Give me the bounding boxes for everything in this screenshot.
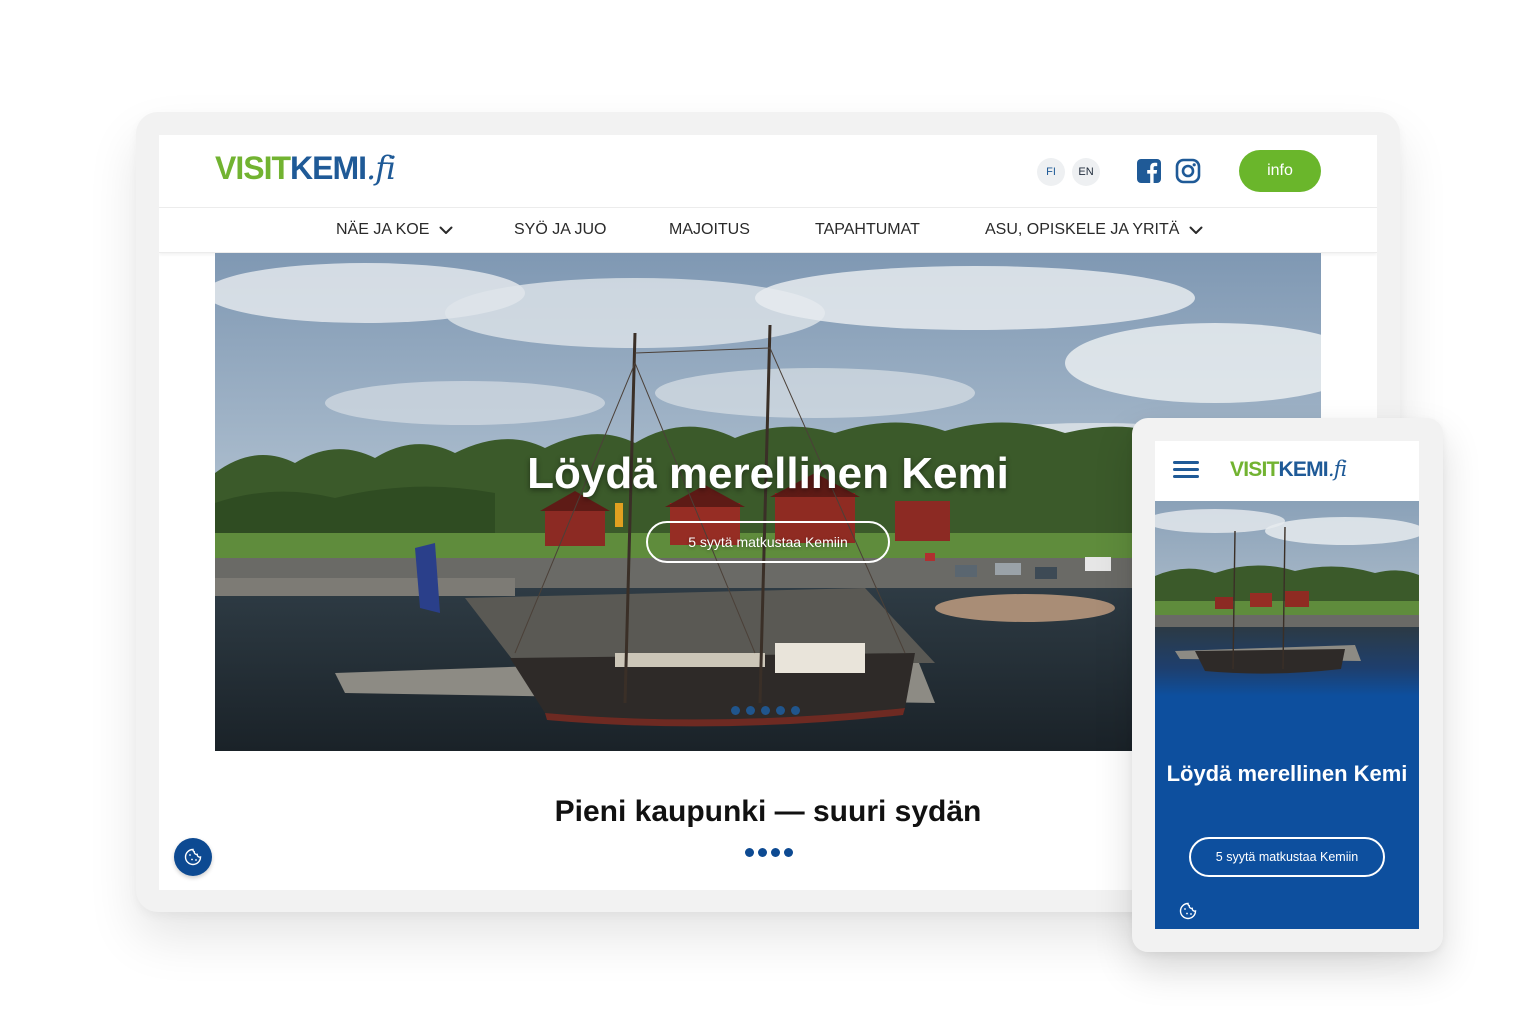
divider-dot: [784, 848, 793, 857]
instagram-icon[interactable]: [1175, 158, 1201, 184]
mobile-hero-photo: [1155, 501, 1419, 696]
nav-item-label: TAPAHTUMAT: [815, 221, 920, 238]
logo-tld-text: .fi: [1327, 457, 1348, 481]
nav-item-label: ASU, OPISKELE JA YRITÄ: [985, 221, 1180, 238]
mobile-hero-cta-button[interactable]: 5 syytä matkustaa Kemiin: [1189, 837, 1385, 877]
carousel-dot[interactable]: [776, 706, 785, 715]
hamburger-menu-icon[interactable]: [1173, 461, 1199, 481]
visitkemi-logo-mobile[interactable]: VISITKEMI.fi: [1230, 457, 1347, 482]
mobile-harbor-photo: [1155, 501, 1419, 696]
section-divider-dots: [745, 848, 793, 857]
chevron-down-icon: [1189, 226, 1203, 234]
divider-dot: [745, 848, 754, 857]
mobile-screen: VISITKEMI.fi Löydä merellinen Kemi 5 syy…: [1155, 441, 1419, 929]
nav-item-label: MAJOITUS: [669, 221, 750, 238]
carousel-dot[interactable]: [731, 706, 740, 715]
mobile-header: VISITKEMI.fi: [1155, 441, 1419, 501]
cookie-icon: [184, 848, 202, 866]
nav-item-tapahtumat[interactable]: TAPAHTUMAT: [815, 221, 920, 239]
main-navigation: NÄE JA KOE SYÖ JA JUO MAJOITUS TAPAHTUMA…: [159, 208, 1377, 253]
carousel-dot[interactable]: [761, 706, 770, 715]
logo-visit-text: VISIT: [1230, 458, 1279, 481]
nav-item-nae-ja-koe[interactable]: NÄE JA KOE: [336, 221, 453, 239]
nav-item-label: NÄE JA KOE: [336, 221, 430, 238]
mobile-hero-panel: Löydä merellinen Kemi 5 syytä matkustaa …: [1155, 696, 1419, 929]
cookie-icon[interactable]: [1179, 902, 1197, 920]
hero-cta-button[interactable]: 5 syytä matkustaa Kemiin: [646, 521, 890, 563]
divider-dot: [758, 848, 767, 857]
info-button[interactable]: info: [1239, 150, 1321, 192]
logo-kemi-text: KEMI: [290, 150, 367, 186]
cookie-settings-button[interactable]: [174, 838, 212, 876]
language-en-button[interactable]: EN: [1072, 158, 1100, 186]
nav-item-majoitus[interactable]: MAJOITUS: [669, 221, 750, 239]
facebook-icon[interactable]: [1136, 158, 1162, 184]
mobile-device-frame: VISITKEMI.fi Löydä merellinen Kemi 5 syy…: [1132, 418, 1443, 952]
site-header: VISITKEMI.fi FI EN info: [159, 135, 1377, 208]
nav-item-syo-ja-juo[interactable]: SYÖ JA JUO: [514, 221, 606, 239]
chevron-down-icon: [439, 226, 453, 234]
logo-visit-text: VISIT: [215, 150, 291, 186]
logo-tld-text: .fi: [366, 149, 396, 187]
hero-carousel-dots: [731, 706, 800, 715]
nav-item-asu-opiskele-ja-yrita[interactable]: ASU, OPISKELE JA YRITÄ: [985, 221, 1203, 239]
divider-dot: [771, 848, 780, 857]
language-fi-button[interactable]: FI: [1037, 158, 1065, 186]
carousel-dot[interactable]: [746, 706, 755, 715]
carousel-dot[interactable]: [791, 706, 800, 715]
nav-item-label: SYÖ JA JUO: [514, 221, 607, 238]
logo-kemi-text: KEMI: [1278, 458, 1329, 481]
mobile-hero-title: Löydä merellinen Kemi: [1166, 761, 1408, 786]
visitkemi-logo[interactable]: VISITKEMI.fi: [215, 149, 396, 187]
